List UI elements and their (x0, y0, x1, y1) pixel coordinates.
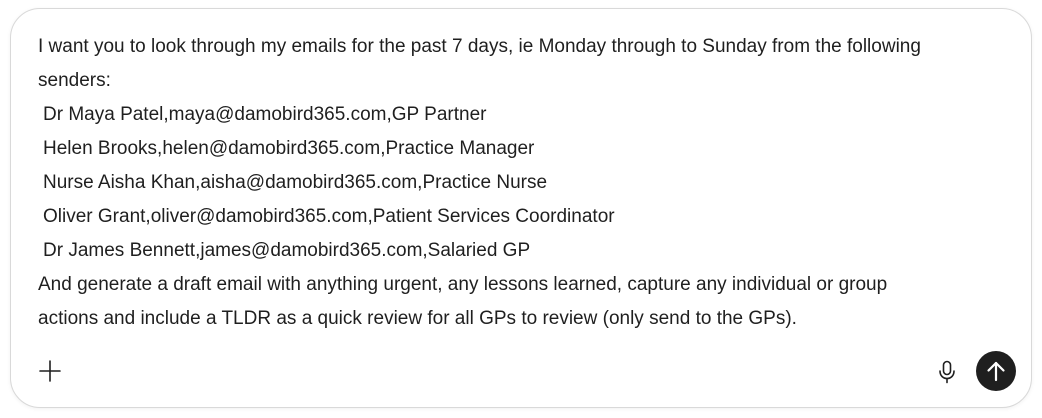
arrow-up-icon (985, 360, 1007, 382)
prompt-input[interactable]: I want you to look through my emails for… (38, 30, 998, 336)
add-attachment-button[interactable] (35, 356, 65, 386)
plus-icon (39, 360, 61, 382)
prompt-composer[interactable]: I want you to look through my emails for… (10, 8, 1032, 408)
prompt-line: And generate a draft email with anything… (38, 274, 888, 295)
prompt-line: Helen Brooks,helen@damobird365.com,Pract… (43, 138, 535, 159)
prompt-line: Dr Maya Patel,maya@damobird365.com,GP Pa… (43, 104, 487, 125)
voice-input-button[interactable] (934, 358, 960, 386)
prompt-line: Oliver Grant,oliver@damobird365.com,Pati… (43, 206, 615, 227)
prompt-line: senders: (38, 70, 111, 91)
prompt-line: I want you to look through my emails for… (38, 36, 921, 57)
prompt-line: Dr James Bennett,james@damobird365.com,S… (43, 240, 531, 261)
microphone-icon (938, 360, 956, 384)
send-button[interactable] (976, 351, 1016, 391)
prompt-line: actions and include a TLDR as a quick re… (38, 308, 797, 329)
prompt-line: Nurse Aisha Khan,aisha@damobird365.com,P… (43, 172, 548, 193)
